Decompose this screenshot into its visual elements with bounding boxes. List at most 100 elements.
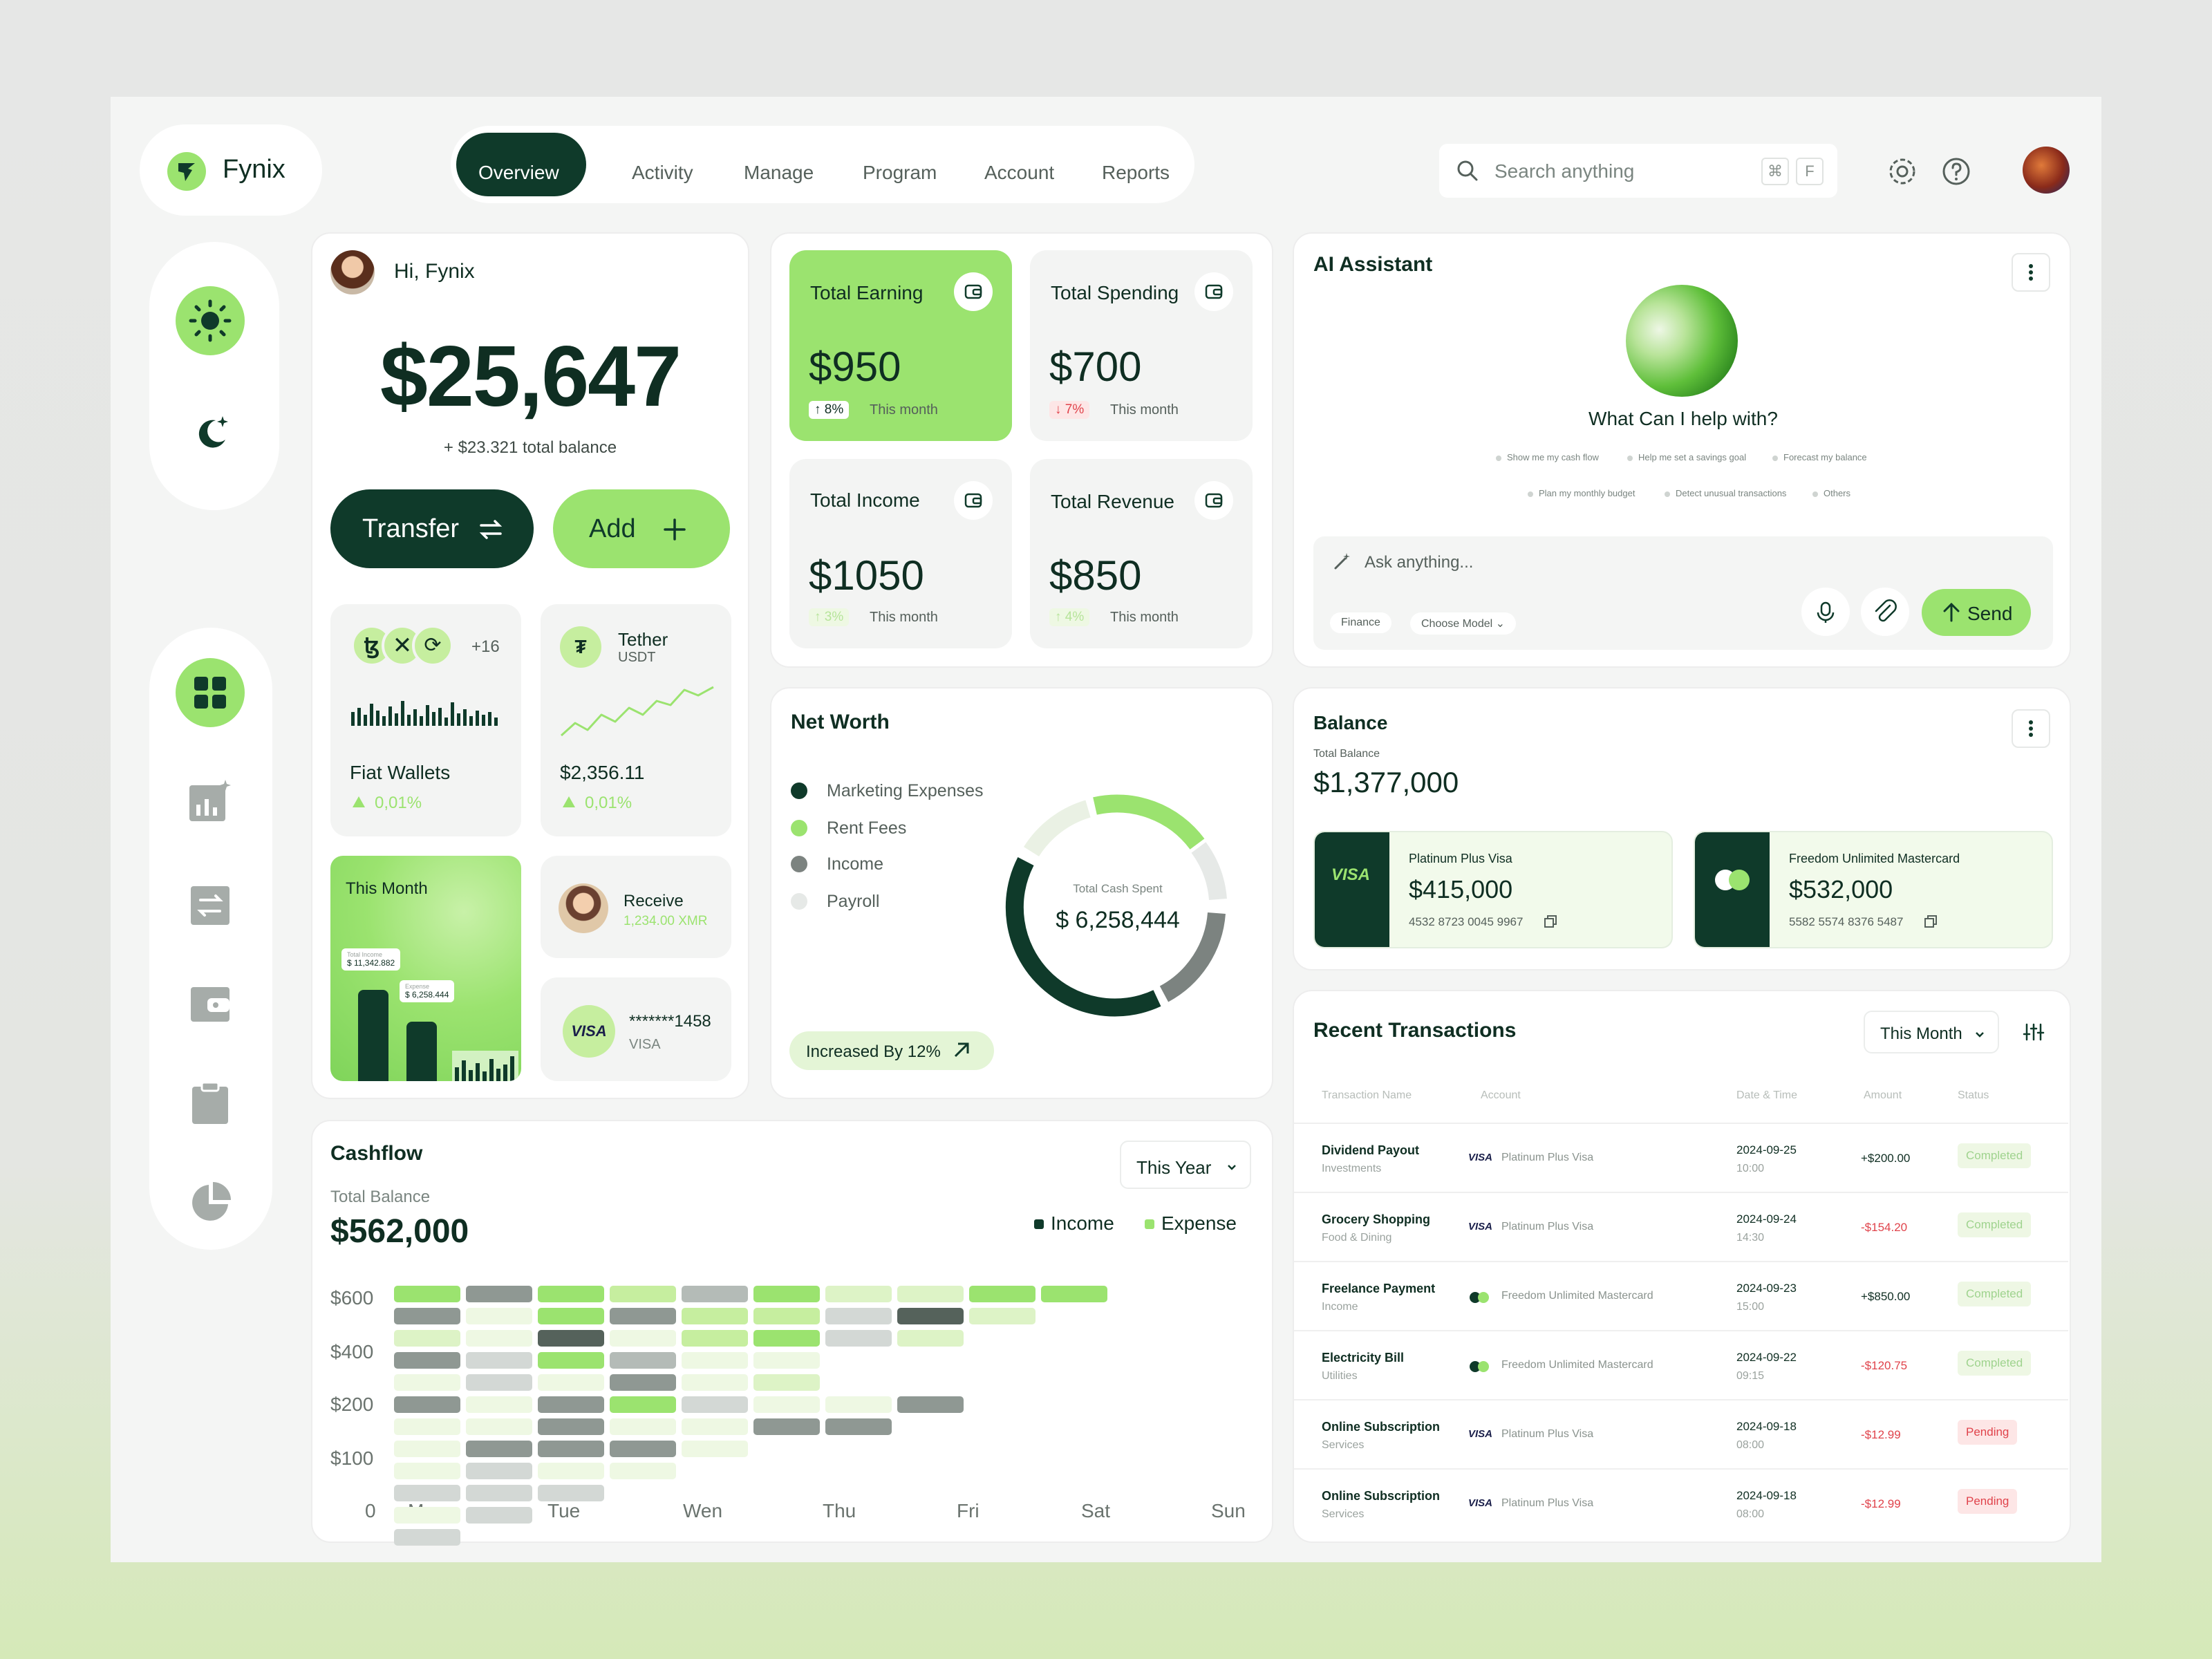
sliders-icon (2023, 1023, 2045, 1041)
gear-icon[interactable] (1886, 155, 1919, 188)
ai-chip-others[interactable]: Others (1812, 488, 1850, 498)
attach-button[interactable] (1861, 588, 1909, 636)
card-number: 5582 5574 8376 5487 (1789, 915, 1904, 928)
ai-chip-budget[interactable]: Plan my monthly budget (1528, 488, 1635, 498)
card-platinum-visa[interactable]: VISA Platinum Plus Visa $415,000 4532 87… (1313, 831, 1673, 948)
sidebar-item-dashboard[interactable] (176, 658, 245, 727)
heatmap-cell (538, 1352, 604, 1369)
tab-manage[interactable]: Manage (744, 162, 814, 184)
tab-program[interactable]: Program (863, 162, 937, 184)
ai-chip-forecast[interactable]: Forecast my balance (1772, 452, 1867, 462)
ai-chip-savings-goal[interactable]: Help me set a savings goal (1627, 452, 1746, 462)
saved-card[interactable]: VISA *******1458 VISA (541, 977, 731, 1081)
heatmap-cell (682, 1308, 748, 1324)
top-nav: Overview Activity Manage Program Account… (451, 126, 1194, 203)
transaction-time: 15:00 (1736, 1301, 1765, 1313)
brand-logo[interactable]: Fynix (140, 124, 322, 216)
heatmap-cell (825, 1418, 892, 1435)
column-header-name[interactable]: Transaction Name (1322, 1089, 1412, 1102)
transaction-amount: -$12.99 (1861, 1428, 1901, 1441)
this-month-card[interactable]: This Month Total Income $ 11,342.882 Exp… (330, 856, 521, 1081)
saved-card-number: *******1458 (629, 1012, 711, 1031)
transaction-name: Freelance Payment (1322, 1282, 1436, 1295)
column-header-status[interactable]: Status (1958, 1089, 1989, 1102)
search-bar[interactable]: Search anything ⌘ F (1439, 144, 1837, 198)
sidebar-item-reports[interactable] (188, 1181, 232, 1225)
microphone-button[interactable] (1801, 588, 1850, 636)
send-button[interactable]: Send (1922, 589, 2031, 636)
user-avatar[interactable] (2023, 147, 2070, 194)
column-header-date[interactable]: Date & Time (1736, 1089, 1797, 1102)
magic-wand-icon (1334, 553, 1350, 570)
increase-badge[interactable]: Increased By 12% (789, 1031, 994, 1070)
heatmap-cell (897, 1396, 964, 1413)
balance-menu-button[interactable] (2012, 709, 2050, 748)
ai-assistant-card: AI Assistant What Can I help with? Show … (1293, 232, 2071, 668)
sidebar-item-wallet[interactable] (188, 982, 232, 1026)
table-row[interactable]: Freelance Payment Income Freedom Unlimit… (1294, 1261, 2068, 1329)
table-row[interactable]: Electricity Bill Utilities Freedom Unlim… (1294, 1330, 2068, 1398)
sidebar-item-clipboard[interactable] (188, 1081, 232, 1125)
add-button[interactable]: Add (553, 489, 730, 568)
legend-dot-income (791, 856, 807, 872)
balance-title: Balance (1313, 712, 1388, 733)
balance-label: Total Balance (1313, 748, 1380, 760)
table-row[interactable]: Dividend Payout Investments VISA Platinu… (1294, 1123, 2068, 1190)
tab-account[interactable]: Account (984, 162, 1054, 184)
ai-chip-cash-flow[interactable]: Show me my cash flow (1496, 452, 1599, 462)
stat-total-income[interactable]: Total Income $1050 ↑ 3% This month (789, 459, 1012, 648)
transaction-time: 08:00 (1736, 1508, 1765, 1520)
fiat-wallets-card[interactable]: ꜩ ✕ ⟳ +16 Fiat Wallets 0,01% (330, 604, 521, 836)
cashflow-title: Cashflow (330, 1142, 423, 1165)
stat-total-earning[interactable]: Total Earning $950 ↑ 8% This month (789, 250, 1012, 441)
ai-menu-button[interactable] (2012, 253, 2050, 292)
heatmap-cell (682, 1418, 748, 1435)
card-freedom-mastercard[interactable]: Freedom Unlimited Mastercard $532,000 55… (1694, 831, 2053, 948)
heatmap-cell (538, 1418, 604, 1435)
ai-input-box[interactable]: Ask anything... Finance Choose Model ⌄ S… (1313, 536, 2053, 650)
table-row[interactable]: Online Subscription Services VISA Platin… (1294, 1399, 2068, 1467)
tab-activity[interactable]: Activity (632, 162, 693, 184)
table-row[interactable]: Grocery Shopping Food & Dining VISA Plat… (1294, 1192, 2068, 1259)
tether-card[interactable]: ₮ Tether USDT $2,356.11 0,01% (541, 604, 731, 836)
dark-mode-button[interactable] (176, 397, 245, 466)
ai-chip-unusual[interactable]: Detect unusual transactions (1665, 488, 1786, 498)
total-balance-note: + $23.321 total balance (443, 438, 617, 457)
help-icon[interactable] (1940, 155, 1973, 188)
transfer-button[interactable]: Transfer (330, 489, 534, 568)
light-mode-button[interactable] (176, 286, 245, 355)
cashflow-period-select[interactable]: This Year (1120, 1141, 1251, 1189)
greeting-text: Hi, Fynix (394, 260, 475, 283)
copy-icon[interactable] (1543, 914, 1558, 929)
net-worth-title: Net Worth (791, 711, 890, 733)
transaction-category: Services (1322, 1439, 1365, 1451)
heatmap-cell (466, 1374, 532, 1391)
stat-total-spending[interactable]: Total Spending $700 ↓ 7% This month (1030, 250, 1253, 441)
search-input[interactable]: Search anything (1494, 160, 1634, 182)
ai-tag-finance[interactable]: Finance (1330, 612, 1391, 633)
table-row[interactable]: Online Subscription Services VISA Platin… (1294, 1468, 2068, 1536)
status-badge: Pending (1958, 1489, 2018, 1514)
column-header-account[interactable]: Account (1481, 1089, 1521, 1102)
stat-value: $950 (809, 344, 901, 390)
sidebar-item-transfer[interactable] (188, 883, 232, 928)
ai-model-select[interactable]: Choose Model ⌄ (1410, 612, 1517, 635)
column-header-amount[interactable]: Amount (1864, 1089, 1902, 1102)
stat-period: This month (1110, 402, 1179, 418)
sidebar-item-analytics[interactable] (188, 778, 232, 823)
ai-title: AI Assistant (1313, 253, 1433, 276)
heatmap-cell (466, 1330, 532, 1347)
heatmap-cell (394, 1418, 460, 1435)
filter-button[interactable] (2013, 1011, 2054, 1053)
transaction-date: 2024-09-23 (1736, 1282, 1797, 1295)
x-tick: Sat (1081, 1500, 1111, 1521)
microphone-icon (1817, 601, 1835, 623)
legend-dot-marketing (791, 782, 807, 799)
stat-total-revenue[interactable]: Total Revenue $850 ↑ 4% This month (1030, 459, 1253, 648)
receive-card[interactable]: Receive 1,234.00 XMR (541, 856, 731, 958)
tab-reports[interactable]: Reports (1102, 162, 1170, 184)
transaction-date: 2024-09-18 (1736, 1420, 1797, 1433)
visa-icon: VISA (1468, 1221, 1493, 1232)
transactions-period-select[interactable]: This Month (1864, 1011, 1999, 1053)
copy-icon[interactable] (1923, 914, 1938, 929)
